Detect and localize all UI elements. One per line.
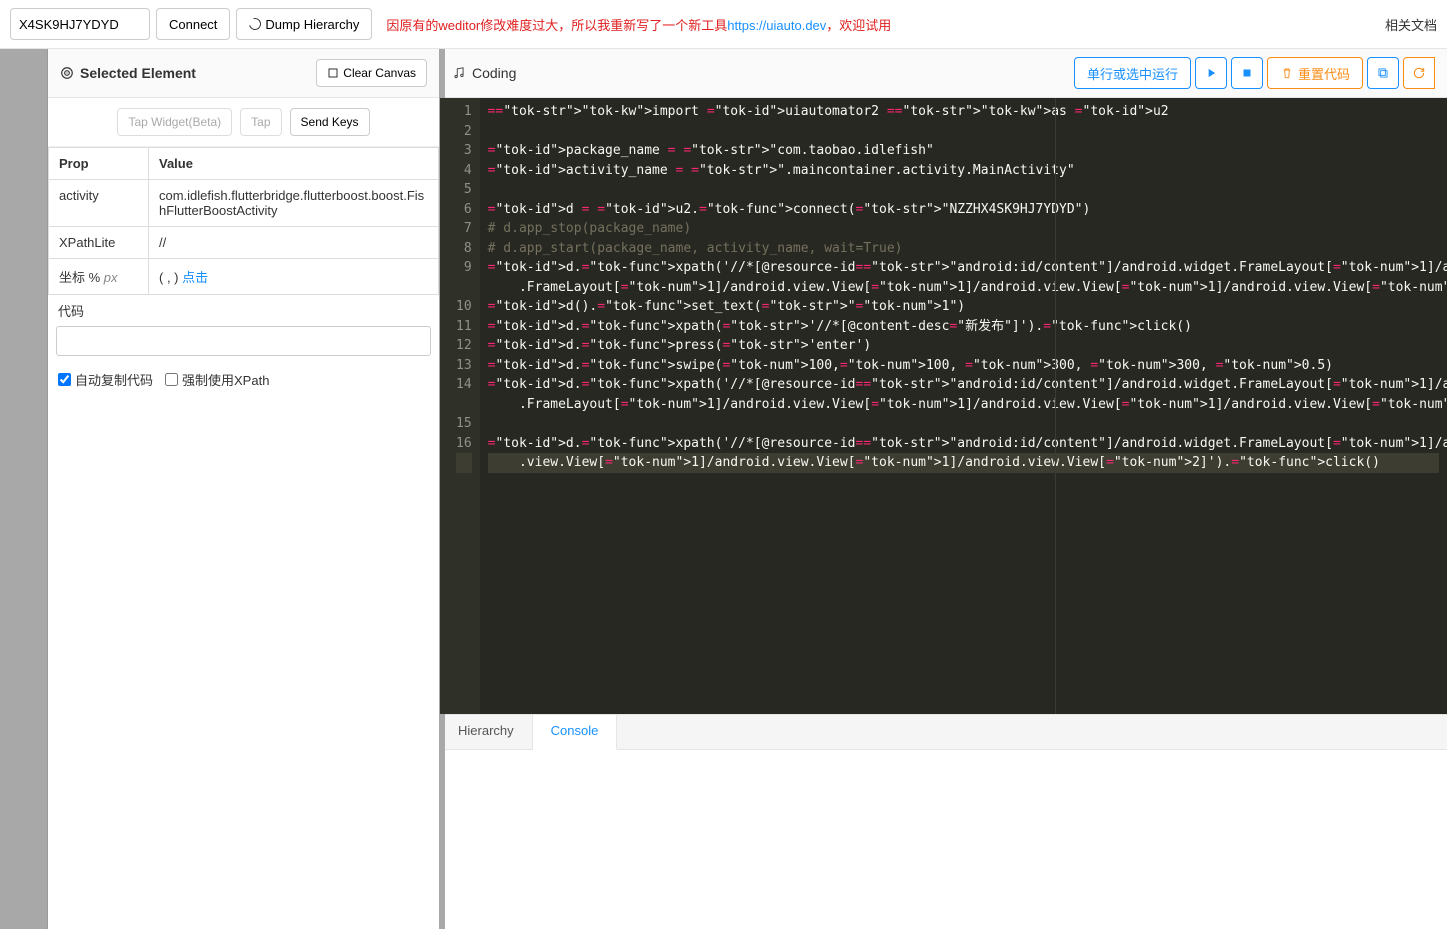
code-editor[interactable]: 12345678910111213141516 =="tok-str">"tok…: [440, 98, 1447, 714]
target-icon: [60, 66, 74, 80]
copy-icon: [1376, 66, 1390, 80]
autocopy-checkbox[interactable]: [58, 373, 71, 386]
dump-hierarchy-label: Dump Hierarchy: [265, 17, 359, 32]
tap-widget-button[interactable]: Tap Widget(Beta): [117, 108, 232, 136]
forcexpath-text: 强制使用XPath: [182, 370, 269, 389]
selected-element-title: Selected Element: [80, 65, 196, 81]
tab-console[interactable]: Console: [533, 715, 618, 750]
forcexpath-checkbox-label[interactable]: 强制使用XPath: [165, 370, 269, 389]
tab-hierarchy[interactable]: Hierarchy: [440, 715, 533, 749]
th-prop: Prop: [49, 148, 149, 180]
refresh-icon: [247, 16, 263, 32]
prop-coord-key: 坐标 % px: [49, 259, 149, 295]
connect-button[interactable]: Connect: [156, 8, 230, 40]
run-button[interactable]: 单行或选中运行: [1074, 57, 1191, 89]
coord-click-link[interactable]: 点击: [182, 270, 208, 285]
right-panel: Coding 单行或选中运行 重置代码: [440, 49, 1447, 929]
topbar: Connect Dump Hierarchy 因原有的weditor修改难度过大…: [0, 0, 1447, 49]
selected-element-header: Selected Element Clear Canvas: [48, 49, 439, 98]
forcexpath-checkbox[interactable]: [165, 373, 178, 386]
action-row: Tap Widget(Beta) Tap Send Keys: [48, 98, 439, 147]
line-gutter: 12345678910111213141516: [440, 98, 480, 714]
code-label: 代码: [48, 295, 439, 322]
play-icon: [1204, 66, 1218, 80]
table-row: XPathLite //: [49, 227, 439, 259]
docs-link[interactable]: 相关文档: [1385, 15, 1437, 34]
autocopy-text: 自动复制代码: [75, 370, 153, 389]
notice-link[interactable]: https://uiauto.dev: [727, 18, 826, 33]
trash-icon: [1280, 66, 1294, 80]
code-input[interactable]: [56, 326, 431, 356]
music-icon: [452, 66, 466, 80]
bottom-tabs: Hierarchy Console: [440, 714, 1447, 750]
coding-title: Coding: [472, 65, 516, 81]
send-keys-button[interactable]: Send Keys: [290, 108, 370, 136]
left-panel: Selected Element Clear Canvas Tap Widget…: [48, 49, 440, 929]
clear-canvas-label: Clear Canvas: [343, 66, 416, 80]
print-margin: [1055, 98, 1056, 714]
table-header-row: Prop Value: [49, 148, 439, 180]
autocopy-checkbox-label[interactable]: 自动复制代码: [58, 370, 153, 389]
copy-button[interactable]: [1367, 57, 1399, 89]
reload-button[interactable]: [1403, 57, 1435, 89]
square-icon: [327, 67, 339, 79]
device-serial-input[interactable]: [10, 8, 150, 40]
prop-activity-key: activity: [49, 180, 149, 227]
play-button[interactable]: [1195, 57, 1227, 89]
dump-hierarchy-button[interactable]: Dump Hierarchy: [236, 8, 372, 40]
stop-icon: [1240, 66, 1254, 80]
table-row: 坐标 % px ( , ) 点击: [49, 259, 439, 295]
reload-icon: [1412, 66, 1426, 80]
notice-pre: 因原有的weditor修改难度过大，所以我重新写了一个新工具: [386, 18, 727, 33]
prop-coord-value: ( , ) 点击: [149, 259, 439, 295]
options-row: 自动复制代码 强制使用XPath: [48, 364, 439, 395]
device-preview-gutter: [0, 49, 48, 929]
table-row: activity com.idlefish.flutterbridge.flut…: [49, 180, 439, 227]
stop-button[interactable]: [1231, 57, 1263, 89]
prop-activity-value: com.idlefish.flutterbridge.flutterboost.…: [149, 180, 439, 227]
th-value: Value: [149, 148, 439, 180]
clear-canvas-button[interactable]: Clear Canvas: [316, 59, 427, 87]
coding-header: Coding 单行或选中运行 重置代码: [440, 49, 1447, 98]
properties-table: Prop Value activity com.idlefish.flutter…: [48, 147, 439, 295]
reset-code-label: 重置代码: [1298, 64, 1350, 83]
code-area[interactable]: =="tok-str">"tok-kw">import ="tok-id">ui…: [480, 98, 1447, 714]
prop-xpathlite-key: XPathLite: [49, 227, 149, 259]
console-output: [440, 750, 1447, 929]
prop-xpathlite-value: //: [149, 227, 439, 259]
notice-post: ，欢迎试用: [826, 18, 891, 33]
tap-button[interactable]: Tap: [240, 108, 281, 136]
notice-text: 因原有的weditor修改难度过大，所以我重新写了一个新工具https://ui…: [386, 15, 891, 34]
reset-code-button[interactable]: 重置代码: [1267, 57, 1363, 89]
